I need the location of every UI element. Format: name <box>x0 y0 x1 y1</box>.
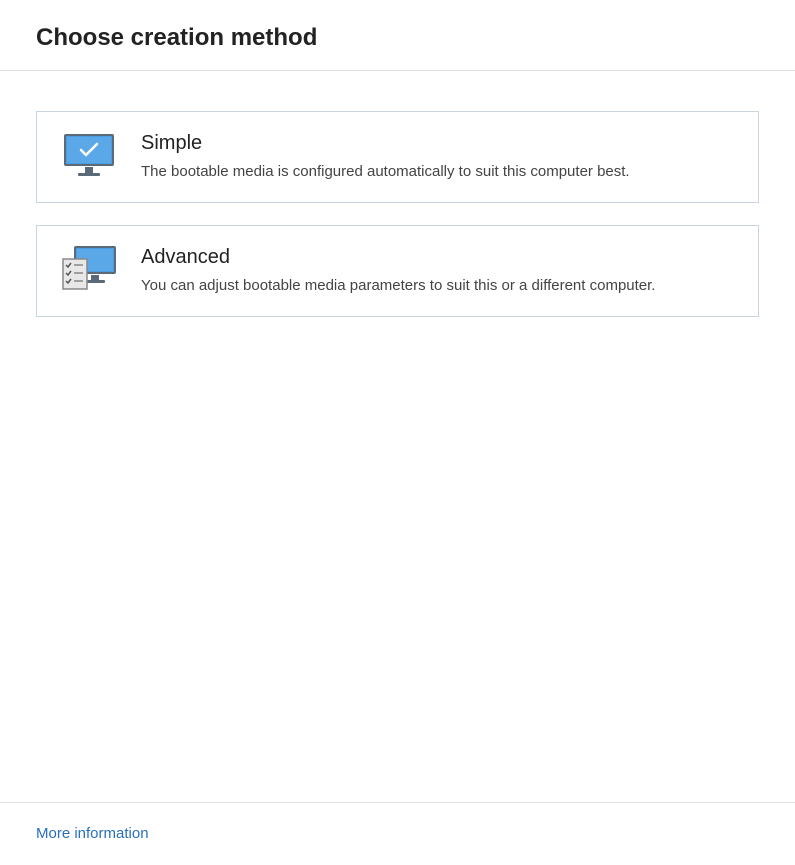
monitor-checklist-icon <box>61 246 117 294</box>
page-header: Choose creation method <box>0 0 795 71</box>
option-advanced[interactable]: Advanced You can adjust bootable media p… <box>36 225 759 317</box>
option-advanced-description: You can adjust bootable media parameters… <box>141 275 734 296</box>
page-footer: More information <box>0 802 795 865</box>
option-simple-description: The bootable media is configured automat… <box>141 161 734 182</box>
option-simple-text: Simple The bootable media is configured … <box>141 132 734 182</box>
content-area: Simple The bootable media is configured … <box>0 71 795 802</box>
option-advanced-title: Advanced <box>141 246 734 269</box>
monitor-check-icon <box>61 132 117 180</box>
option-simple[interactable]: Simple The bootable media is configured … <box>36 111 759 203</box>
more-information-link[interactable]: More information <box>36 825 149 842</box>
option-simple-title: Simple <box>141 132 734 155</box>
page-title: Choose creation method <box>36 24 759 52</box>
option-advanced-text: Advanced You can adjust bootable media p… <box>141 246 734 296</box>
